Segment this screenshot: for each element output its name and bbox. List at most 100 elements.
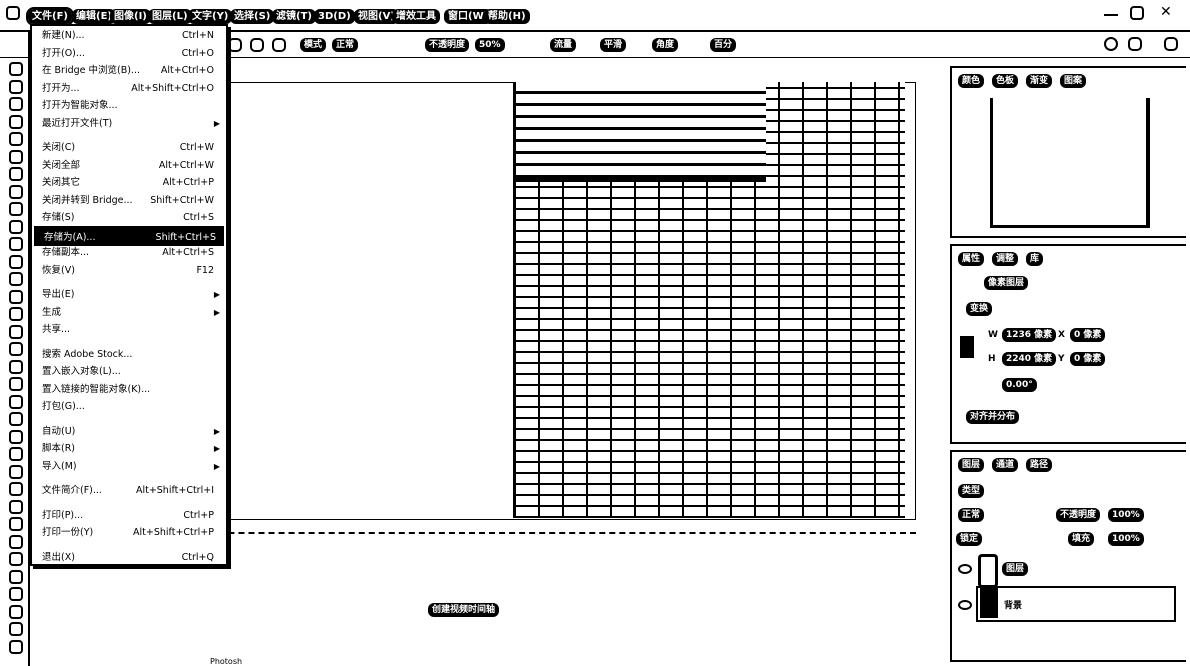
tool-icon[interactable] — [9, 429, 23, 444]
file-menu-item[interactable]: 脚本(R) ▶ — [42, 441, 220, 457]
layer-name[interactable]: 图层 — [1002, 562, 1029, 576]
color-picker-field[interactable] — [990, 98, 1150, 228]
file-menu-item[interactable]: 置入链接的智能对象(K)... — [42, 382, 214, 398]
file-menu-item[interactable]: 关闭(C) Ctrl+W — [42, 140, 214, 156]
panel-tab[interactable]: 库 — [1026, 252, 1044, 266]
tool-icon[interactable] — [9, 342, 23, 356]
file-menu-item[interactable]: 自动(U) ▶ — [42, 424, 220, 440]
file-menu-item[interactable]: 存储为(A)... Shift+Ctrl+S — [34, 225, 224, 246]
tool-icon[interactable] — [9, 622, 23, 636]
create-video-timeline-button[interactable]: 创建视频时间轴 — [428, 603, 500, 617]
angle-input[interactable]: 0.00° — [1002, 378, 1037, 392]
y-input[interactable]: 0 像素 — [1070, 352, 1106, 366]
tool-option-icon[interactable] — [272, 38, 286, 52]
file-menu-item[interactable]: 打印一份(Y) Alt+Shift+Ctrl+P — [42, 525, 214, 541]
tool-icon[interactable] — [9, 447, 23, 461]
tool-icon[interactable] — [9, 184, 23, 199]
file-menu-item[interactable]: 在 Bridge 中浏览(B)... Alt+Ctrl+O — [42, 63, 214, 79]
panel-tab[interactable]: 色板 — [992, 74, 1019, 88]
file-menu-item[interactable]: 打开(O)... Ctrl+O — [42, 46, 214, 62]
file-menu-item[interactable]: 存储副本... Alt+Ctrl+S — [42, 245, 214, 261]
menu-6[interactable]: 滤镜(T) — [272, 9, 316, 24]
file-menu-item[interactable]: 生成 ▶ — [42, 305, 220, 321]
file-menu-item[interactable]: 共享... — [42, 322, 214, 338]
file-menu-item[interactable]: 退出(X) Ctrl+Q — [42, 550, 214, 566]
share-icon[interactable] — [1164, 37, 1178, 51]
mode-select[interactable]: 正常 — [332, 38, 359, 52]
tool-icon[interactable] — [9, 377, 23, 391]
menu-5[interactable]: 选择(S) — [230, 9, 275, 24]
menu-2[interactable]: 图像(I) — [110, 9, 151, 24]
file-menu-item[interactable]: 新建(N)... Ctrl+N — [42, 28, 214, 44]
tool-icon[interactable] — [9, 517, 23, 531]
panel-tab[interactable]: 通道 — [992, 458, 1019, 472]
tool-icon[interactable] — [9, 639, 23, 654]
minimize-icon[interactable] — [1104, 6, 1118, 16]
panel-tab[interactable]: 调整 — [992, 252, 1019, 266]
tool-icon[interactable] — [9, 167, 23, 181]
file-menu-item[interactable]: 打开为... Alt+Shift+Ctrl+O — [42, 81, 214, 97]
search-icon[interactable] — [1104, 37, 1118, 51]
blend-mode-select[interactable]: 正常 — [958, 508, 985, 522]
tool-icon[interactable] — [9, 79, 23, 94]
menu-7[interactable]: 3D(D) — [314, 9, 355, 24]
tool-icon[interactable] — [9, 202, 23, 216]
file-menu-item[interactable]: 最近打开文件(T) ▶ — [42, 116, 220, 132]
x-input[interactable]: 0 像素 — [1070, 328, 1106, 342]
tool-icon[interactable] — [9, 534, 23, 549]
tool-icon[interactable] — [9, 464, 23, 479]
layer-opacity-input[interactable]: 100% — [1108, 508, 1144, 522]
file-menu-item[interactable]: 导出(E) ▶ — [42, 287, 220, 303]
visibility-eye-icon[interactable] — [958, 564, 972, 574]
tool-icon[interactable] — [9, 359, 23, 374]
tool-icon[interactable] — [9, 482, 23, 496]
file-menu-item[interactable]: 恢复(V) F12 — [42, 263, 214, 279]
width-input[interactable]: 1236 像素 — [1002, 328, 1057, 342]
file-menu-item[interactable]: 存储(S) Ctrl+S — [42, 210, 214, 226]
tool-option-icon[interactable] — [250, 38, 264, 52]
height-input[interactable]: 2240 像素 — [1002, 352, 1057, 366]
panel-tab[interactable]: 图案 — [1060, 74, 1087, 88]
filter-type-select[interactable]: 类型 — [958, 484, 985, 498]
file-menu-item[interactable]: 文件简介(F)... Alt+Shift+Ctrl+I — [42, 483, 214, 499]
menu-9[interactable]: 增效工具 — [392, 9, 440, 24]
file-menu-item[interactable]: 置入嵌入对象(L)... — [42, 364, 214, 380]
file-menu-item[interactable]: 打包(G)... — [42, 399, 214, 415]
tool-icon[interactable] — [9, 149, 23, 164]
file-menu-item[interactable]: 搜索 Adobe Stock... — [42, 347, 214, 363]
file-menu-item[interactable]: 打开为智能对象... — [42, 98, 214, 114]
opacity-input[interactable]: 50% — [475, 38, 505, 52]
panel-tab[interactable]: 属性 — [958, 252, 985, 266]
smooth-value[interactable]: 百分 — [710, 38, 737, 52]
tool-icon[interactable] — [9, 394, 23, 409]
tool-icon[interactable] — [9, 307, 23, 321]
tool-icon[interactable] — [9, 289, 23, 304]
file-menu-item[interactable]: 关闭全部 Alt+Ctrl+W — [42, 158, 214, 174]
visibility-eye-icon[interactable] — [958, 600, 972, 610]
panel-tab[interactable]: 图层 — [958, 458, 985, 472]
tool-icon[interactable] — [9, 587, 23, 601]
tool-icon[interactable] — [9, 132, 23, 146]
tool-icon[interactable] — [9, 237, 23, 251]
tool-icon[interactable] — [9, 254, 23, 269]
tool-icon[interactable] — [9, 569, 23, 584]
menu-4[interactable]: 文字(Y) — [188, 9, 233, 24]
tool-icon[interactable] — [9, 62, 23, 76]
tool-option-icon[interactable] — [228, 38, 242, 52]
file-menu-item[interactable]: 打印(P)... Ctrl+P — [42, 508, 214, 524]
close-icon[interactable]: ✕ — [1160, 5, 1174, 20]
menu-0[interactable]: 文件(F) — [26, 7, 74, 26]
tool-icon[interactable] — [9, 114, 23, 129]
panel-tab[interactable]: 颜色 — [958, 74, 985, 88]
tool-icon[interactable] — [9, 552, 23, 566]
file-menu-item[interactable]: 关闭并转到 Bridge... Shift+Ctrl+W — [42, 193, 214, 209]
tool-icon[interactable] — [9, 324, 23, 339]
panel-tab[interactable]: 路径 — [1026, 458, 1053, 472]
menu-3[interactable]: 图层(L) — [148, 9, 192, 24]
layer-name[interactable]: 背景 — [1004, 598, 1022, 611]
file-menu-item[interactable]: 关闭其它 Alt+Ctrl+P — [42, 175, 214, 191]
maximize-icon[interactable] — [1130, 6, 1144, 20]
file-menu-item[interactable]: 导入(M) ▶ — [42, 459, 220, 475]
tool-icon[interactable] — [9, 412, 23, 426]
link-icon[interactable] — [960, 336, 974, 358]
